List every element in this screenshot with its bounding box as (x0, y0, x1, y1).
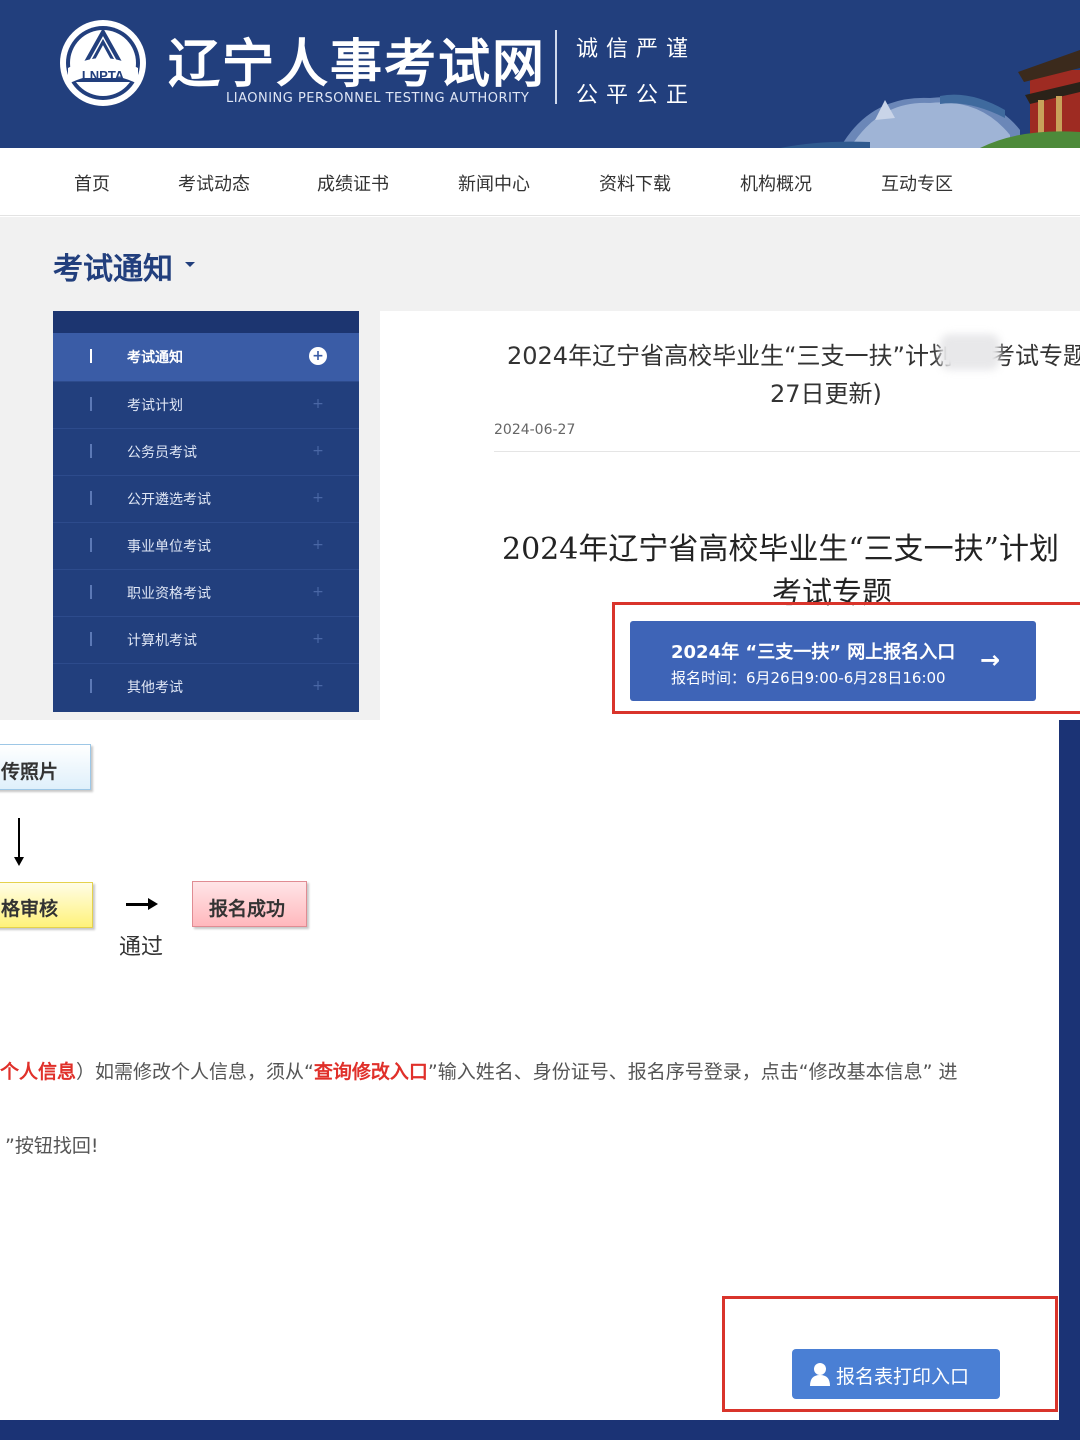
expand-plus-icon[interactable]: + (309, 583, 327, 601)
down-arrow-head (14, 857, 24, 866)
city-skyline-image (780, 50, 1080, 148)
right-arrow-head (148, 898, 158, 910)
item-marker (90, 397, 92, 411)
item-marker (90, 632, 92, 646)
site-title: 辽宁人事考试网 (168, 35, 547, 95)
sidebar-item-selection[interactable]: 公开遴选考试 + (53, 475, 359, 523)
register-button-title: 2024年 “三支一扶” 网上报名入口 (671, 642, 956, 663)
item-marker (90, 491, 92, 505)
sidebar-item-computer[interactable]: 计算机考试 + (53, 616, 359, 664)
expand-plus-icon[interactable]: + (309, 395, 327, 413)
highlight-personal-info: 个人信息 (0, 1061, 77, 1083)
page-right-edge (1059, 720, 1080, 1440)
sidebar-item-civil-servant[interactable]: 公务员考试 + (53, 428, 359, 476)
online-registration-button[interactable]: 2024年 “三支一扶” 网上报名入口 报名时间：6月26日9:00-6月28日… (630, 621, 1036, 701)
sidebar-item-label: 考试通知 (127, 350, 183, 366)
nav-item-about[interactable]: 机构概况 (740, 170, 812, 196)
instruction-text-2: ”按钮找回! (5, 1135, 99, 1157)
flow-step-label: 格审核 (1, 898, 59, 920)
article-date: 2024-06-27 (494, 422, 576, 438)
page-bottom-bar (0, 1420, 1080, 1440)
arrow-right-icon: → (980, 646, 1001, 674)
site-subtitle: LIAONING PERSONNEL TESTING AUTHORITY (226, 91, 530, 106)
item-marker (90, 679, 92, 693)
sidebar-item-label: 其他考试 (127, 680, 183, 696)
sidebar-item-qualification[interactable]: 职业资格考试 + (53, 569, 359, 617)
nav-item-downloads[interactable]: 资料下载 (599, 170, 671, 196)
instruction-text: 个人信息）如需修改个人信息，须从“查询修改入口”输入姓名、身份证号、报名序号登录… (0, 1057, 957, 1084)
query-modify-link[interactable]: 查询修改入口 (314, 1061, 428, 1083)
flow-step-success: 报名成功 (192, 881, 307, 927)
flow-step-label: 传照片 (1, 761, 59, 783)
nav-item-home[interactable]: 首页 (74, 170, 110, 196)
sidebar-item-label: 职业资格考试 (127, 586, 211, 602)
nav-item-scores-certs[interactable]: 成绩证书 (317, 170, 389, 196)
register-button-time: 报名时间：6月26日9:00-6月28日16:00 (671, 669, 946, 687)
down-arrow-icon (18, 818, 20, 862)
logo-text: LNPTA (82, 68, 125, 83)
sidebar-item-label: 考试计划 (127, 398, 183, 414)
sidebar-header-strip (53, 311, 359, 333)
expand-plus-icon[interactable]: + (309, 347, 327, 365)
expand-plus-icon[interactable]: + (309, 677, 327, 695)
site-header: LNPTA 辽宁人事考试网 LIAONING PERSONNEL TESTING… (0, 0, 1080, 148)
flow-step-review: 格审核 (0, 882, 93, 928)
article-heading-line1: 2024年辽宁省高校毕业生“三支一扶”计划 (502, 532, 1060, 567)
blur-overlay (940, 334, 1000, 370)
sidebar-item-label: 计算机考试 (127, 633, 197, 649)
sidebar-item-exam-plan[interactable]: 考试计划 + (53, 381, 359, 429)
user-icon (810, 1363, 830, 1386)
sidebar: 考试通知 + 考试计划 + 公务员考试 + 公开遴选考试 + 事业单位考试 + … (53, 311, 359, 712)
article-title-line2: 27日更新) (770, 380, 882, 408)
section-title: 考试通知 (53, 252, 173, 287)
nav-item-news-center[interactable]: 新闻中心 (458, 170, 530, 196)
sidebar-item-other[interactable]: 其他考试 + (53, 663, 359, 710)
sidebar-item-public-institution[interactable]: 事业单位考试 + (53, 522, 359, 570)
expand-plus-icon[interactable]: + (309, 489, 327, 507)
item-marker (90, 538, 92, 552)
sidebar-item-label: 公务员考试 (127, 445, 197, 461)
expand-plus-icon[interactable]: + (309, 442, 327, 460)
expand-plus-icon[interactable]: + (309, 630, 327, 648)
main-nav: 首页 考试动态 成绩证书 新闻中心 资料下载 机构概况 互动专区 (0, 148, 1080, 216)
print-form-button[interactable]: 报名表打印入口 (792, 1349, 1000, 1399)
lnpta-logo: LNPTA (60, 20, 146, 106)
item-marker (90, 585, 92, 599)
nav-item-interaction[interactable]: 互动专区 (881, 170, 953, 196)
expand-plus-icon[interactable]: + (309, 536, 327, 554)
sidebar-item-exam-notice[interactable]: 考试通知 + (53, 333, 359, 382)
caret-down-icon[interactable] (185, 262, 195, 267)
instruction-part-a: ）如需修改个人信息，须从“ (76, 1061, 314, 1083)
sidebar-item-label: 事业单位考试 (127, 539, 211, 555)
flow-step-label: 报名成功 (209, 898, 286, 920)
article-title-start: 2024年辽宁省高校毕业生“三支一扶”计划 (507, 342, 953, 370)
flow-step-upload-photo: 传照片 (0, 744, 91, 790)
article-divider (494, 451, 1080, 452)
item-marker (90, 444, 92, 458)
instruction-part-b: ”输入姓名、身份证号、报名序号登录，点击“修改基本信息” 进 (427, 1061, 958, 1083)
print-button-label: 报名表打印入口 (836, 1366, 970, 1388)
sidebar-item-label: 公开遴选考试 (127, 492, 211, 508)
slogan-line2: 公平公正 (576, 83, 697, 108)
nav-item-exam-news[interactable]: 考试动态 (178, 170, 250, 196)
item-marker (90, 349, 92, 363)
header-divider (555, 30, 557, 104)
slogan-line1: 诚信严谨 (576, 37, 697, 62)
flow-pass-label: 通过 (119, 935, 164, 960)
article-title-end: 考试专题 (990, 342, 1080, 370)
